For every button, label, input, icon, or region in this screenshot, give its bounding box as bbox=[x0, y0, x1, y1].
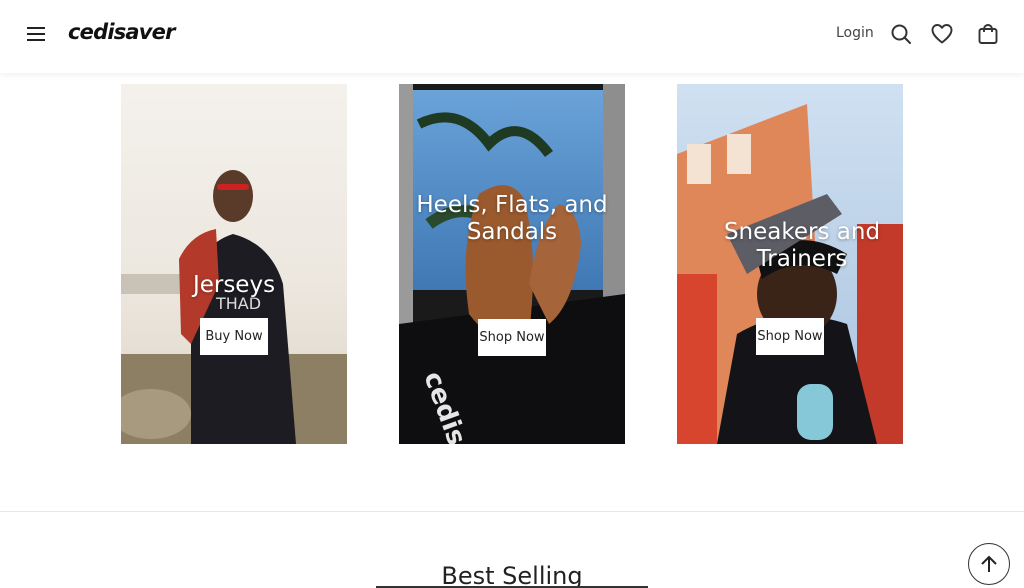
category-title: Sneakers and Trainers bbox=[723, 219, 881, 272]
shop-now-button[interactable]: Shop Now bbox=[478, 319, 546, 356]
category-card-jerseys[interactable]: THAD Jerseys Buy Now bbox=[121, 84, 347, 444]
site-logo[interactable]: cedisaver bbox=[68, 20, 175, 44]
category-title: Heels, Flats, and Sandals bbox=[416, 192, 608, 245]
category-card-sneakers[interactable]: Sneakers and Trainers Shop Now bbox=[677, 84, 903, 444]
jerseys-photo: THAD bbox=[121, 84, 347, 444]
best-selling-title: Best Selling bbox=[441, 562, 583, 588]
login-link[interactable]: Login bbox=[836, 25, 874, 41]
menu-icon[interactable] bbox=[24, 22, 48, 46]
arrow-up-icon bbox=[981, 555, 997, 572]
heart-icon[interactable] bbox=[930, 22, 954, 46]
search-icon[interactable] bbox=[889, 22, 913, 46]
site-header: cedisaver Login bbox=[0, 0, 1024, 73]
category-card-sandals[interactable]: cedisaver Heels, Flats, and Sandals Shop… bbox=[399, 84, 625, 444]
buy-now-button[interactable]: Buy Now bbox=[200, 318, 268, 355]
sandals-photo: cedisaver bbox=[399, 84, 625, 444]
section-divider bbox=[0, 511, 1024, 512]
category-title: Jerseys bbox=[192, 272, 276, 298]
scroll-to-top-button[interactable] bbox=[968, 543, 1010, 585]
shopping-bag-icon[interactable] bbox=[976, 22, 1000, 46]
shop-now-button[interactable]: Shop Now bbox=[756, 318, 824, 355]
